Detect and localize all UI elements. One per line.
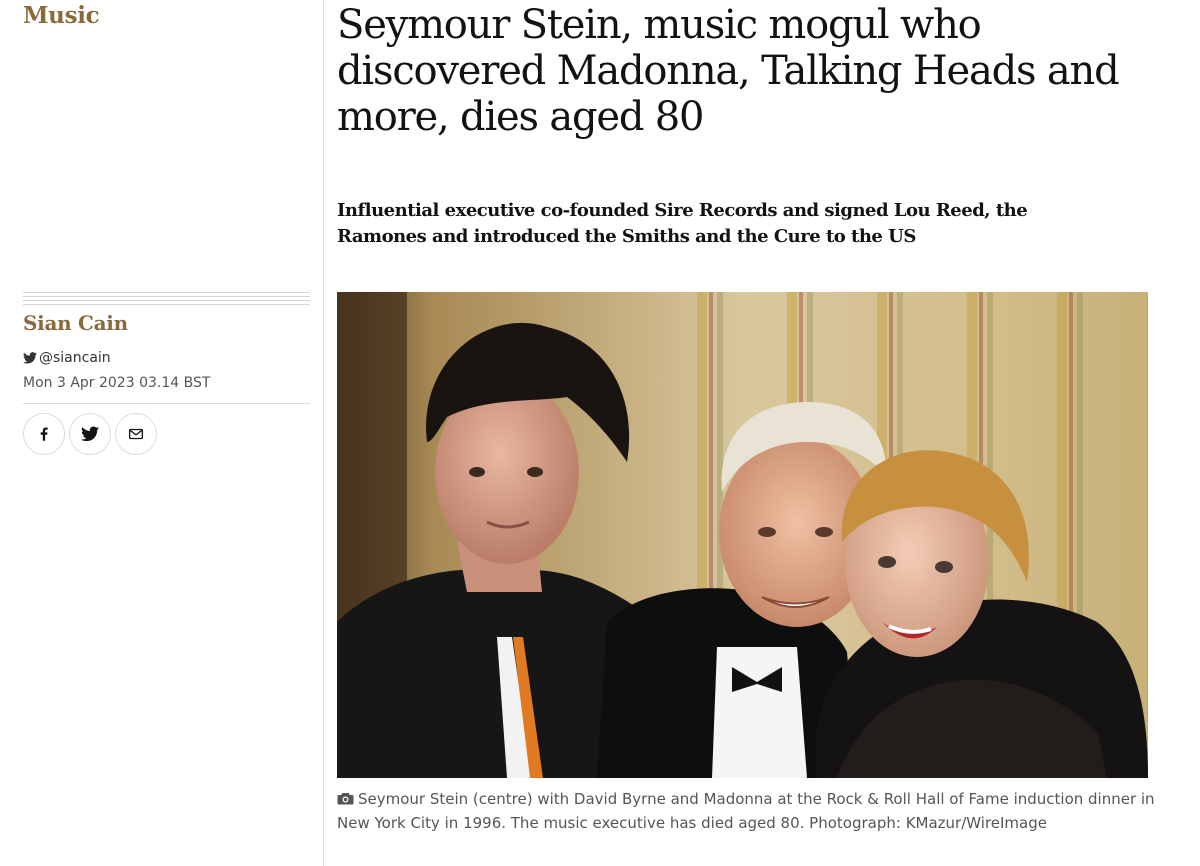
- twitter-icon: [81, 426, 99, 442]
- camera-icon: [337, 793, 354, 805]
- share-email-button[interactable]: [115, 413, 157, 455]
- byline-divider: [23, 292, 310, 308]
- meta-divider: [23, 403, 310, 404]
- section-label[interactable]: Music: [23, 2, 100, 29]
- article-headline: Seymour Stein, music mogul who discovere…: [337, 2, 1120, 140]
- article-standfirst: Influential executive co-founded Sire Re…: [337, 200, 1028, 247]
- share-twitter-button[interactable]: [69, 413, 111, 455]
- share-buttons: [23, 413, 157, 455]
- column-divider: [323, 0, 324, 866]
- publication-date: Mon 3 Apr 2023 03.14 BST: [23, 375, 211, 391]
- twitter-bird-icon: [23, 352, 37, 364]
- image-caption-text: Seymour Stein (centre) with David Byrne …: [337, 790, 1155, 832]
- twitter-handle-row[interactable]: @siancain: [23, 350, 111, 366]
- email-icon: [128, 428, 144, 440]
- twitter-handle[interactable]: @siancain: [39, 350, 111, 366]
- image-caption: Seymour Stein (centre) with David Byrne …: [337, 787, 1157, 835]
- author-name[interactable]: Sian Cain: [23, 311, 128, 335]
- left-column: Music Sian Cain @siancain Mon 3 Apr 2023…: [0, 0, 323, 866]
- article-main-image[interactable]: [337, 292, 1148, 778]
- facebook-icon: [40, 427, 48, 441]
- share-facebook-button[interactable]: [23, 413, 65, 455]
